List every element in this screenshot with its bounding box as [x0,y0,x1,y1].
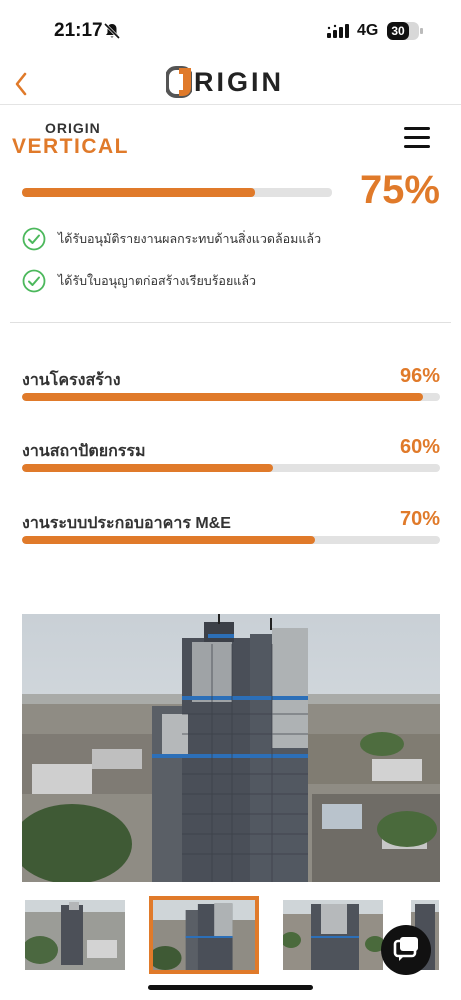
chat-button[interactable] [381,925,431,975]
status-time: 21:17 [54,20,103,41]
brand-logo: RIGIN [166,62,284,102]
work-label: งานระบบประกอบอาคาร M&E [22,515,231,532]
overall-progress-bar [22,188,332,197]
work-progress-fill [22,464,273,472]
work-progress-bar [22,536,440,544]
thumbnail[interactable] [283,900,383,970]
overall-progress-fill [22,188,255,197]
construction-photo[interactable] [22,614,440,882]
work-label: งานสถาปัตยกรรม [22,443,146,460]
work-progress-bar [22,464,440,472]
status-bar: 21:17 4G 30 [0,0,461,60]
section-divider [10,322,451,323]
battery-indicator: 30 [387,22,419,40]
check-item: ได้รับอนุมัติรายงานผลกระทบด้านสิ่งแวดล้อ… [22,226,321,252]
project-logo-bottom: VERTICAL [12,135,129,158]
project-header: ORIGIN VERTICAL [0,105,461,171]
work-label: งานโครงสร้าง [22,372,121,389]
hamburger-icon[interactable] [404,127,430,149]
origin-logo-icon [166,66,192,98]
check-item-text: ได้รับใบอนุญาตก่อสร้างเรียบร้อยแล้ว [58,274,256,288]
network-type: 4G [357,22,379,39]
check-item: ได้รับใบอนุญาตก่อสร้างเรียบร้อยแล้ว [22,268,256,294]
chevron-left-icon[interactable] [8,64,36,100]
work-progress-fill [22,393,424,401]
overall-progress-percent: 75% [359,168,440,212]
battery-nub [420,28,423,34]
bell-muted-icon [103,22,121,40]
brand-text: RIGIN [194,66,285,97]
check-circle-icon [22,269,46,293]
app-header: RIGIN [0,60,461,104]
work-percent: 60% [399,436,440,458]
work-percent: 70% [399,508,440,530]
home-indicator[interactable] [148,985,313,990]
project-logo-top: ORIGIN [45,120,101,136]
screen: 21:17 4G 30 RIGIN ORIGIN VERTICAL 75% ได… [0,0,461,1000]
thumbnail-active[interactable] [149,896,259,974]
work-progress-bar [22,393,440,401]
work-progress-fill [22,536,315,544]
battery-level: 30 [387,22,409,40]
cellular-signal-icon [327,24,349,38]
check-circle-icon [22,227,46,251]
work-percent: 96% [399,365,440,387]
chat-bubble-icon [393,937,418,961]
thumbnail[interactable] [25,900,125,970]
check-item-text: ได้รับอนุมัติรายงานผลกระทบด้านสิ่งแวดล้อ… [58,232,322,246]
